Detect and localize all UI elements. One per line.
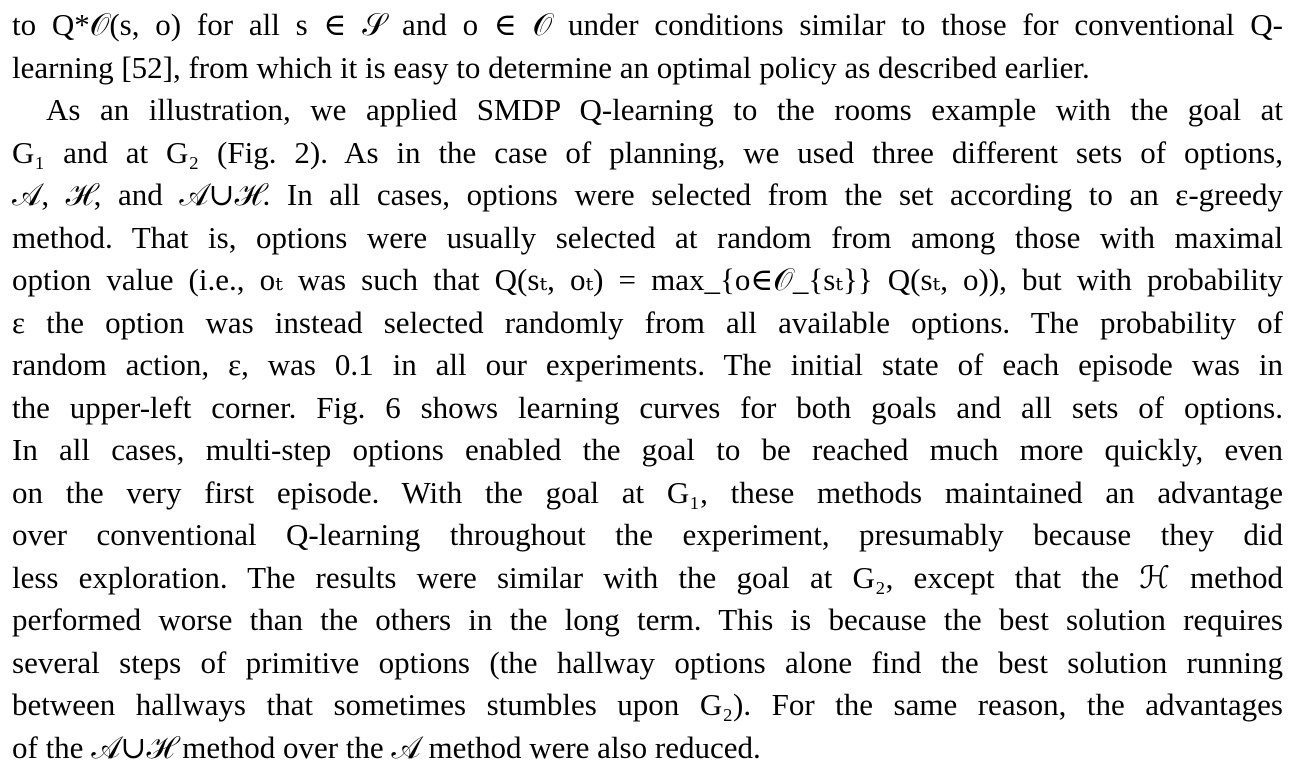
text-line: on the very first episode. With the goal… [12, 474, 1283, 510]
text-line: less exploration. The results were simil… [12, 559, 1283, 595]
text-line: method. That is, options were usually se… [12, 219, 1283, 255]
text-line: random action, ε, was 0.1 in all our exp… [12, 347, 1283, 382]
text-line: the upper-left corner. Fig. 6 shows lear… [12, 389, 1283, 425]
text-line: between hallways that sometimes stumbles… [12, 687, 1283, 722]
text-line: option value (i.e., oₜ was such that Q(s… [12, 262, 1283, 297]
text-line: learning [52], from which it is easy to … [12, 49, 1090, 85]
text-line: G₁ and at G₂ (Fig. 2). As in the case of… [12, 134, 1283, 170]
text-line: several steps of primitive options (the … [12, 644, 1283, 680]
text-line: to Q*𝒪(s, o) for all s ∈ 𝒮 and o ∈ 𝒪 und… [12, 7, 1283, 42]
text-line: over conventional Q-learning throughout … [12, 517, 1283, 552]
text-line: ε the option was instead selected random… [12, 304, 1283, 340]
text-line: of the 𝒜∪ℋ method over the 𝒜 method were… [12, 729, 761, 765]
text-line: performed worse than the others in the l… [12, 602, 1283, 637]
paper-page: to Q*𝒪(s, o) for all s ∈ 𝒮 and o ∈ 𝒪 und… [0, 0, 1297, 778]
text-line: 𝒜, ℋ, and 𝒜∪ℋ. In all cases, options wer… [12, 177, 1283, 212]
text-line: In all cases, multi-step options enabled… [12, 432, 1283, 467]
paragraph-first-line: As an illustration, we applied SMDP Q-le… [46, 92, 1283, 127]
